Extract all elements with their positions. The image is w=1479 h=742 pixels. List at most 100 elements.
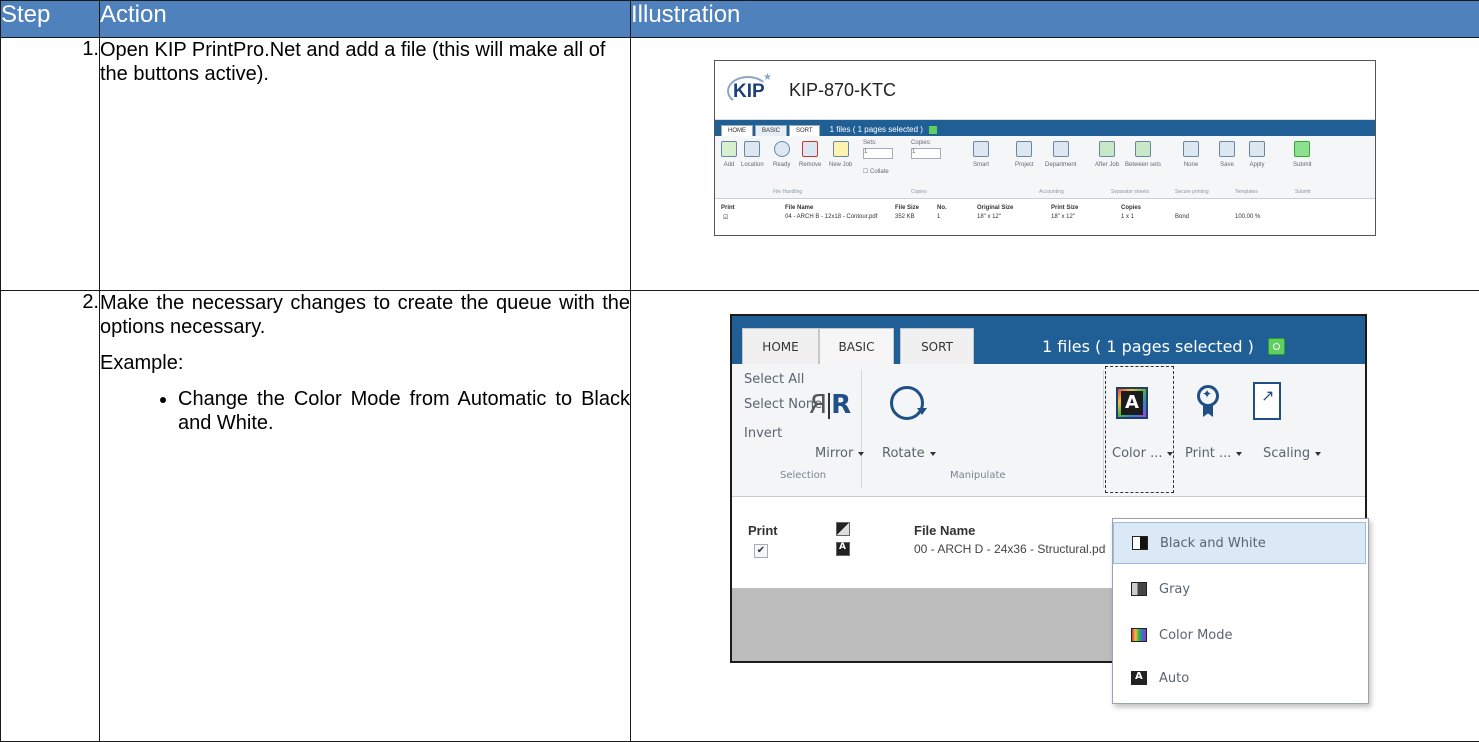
secure-none-button[interactable]: None <box>1183 141 1199 168</box>
group-label: File Handling <box>773 189 802 195</box>
table-row: 1. Open KIP PrintPro.Net and add a file … <box>1 38 1479 291</box>
submit-icon <box>1294 141 1310 157</box>
selection-group-label: Selection <box>780 470 826 481</box>
step-header: Step <box>1 1 100 38</box>
illustration-cell: HOME BASIC SORT 1 files ( 1 pages select… <box>631 291 1479 742</box>
action-text: Open KIP PrintPro.Net and add a file (th… <box>100 38 630 86</box>
group-label: Templates <box>1235 189 1258 195</box>
mirror-button[interactable]: Mirror <box>815 446 864 461</box>
ribbon: Select All Select None Invert Selection … <box>732 364 1365 497</box>
illustration-header: Illustration <box>631 1 1479 38</box>
files-status: 1 files ( 1 pages selected ) <box>1042 328 1285 364</box>
new-job-button[interactable]: New Job <box>829 141 852 168</box>
add-button[interactable]: Add <box>721 141 737 168</box>
tab-basic[interactable]: BASIC <box>755 125 787 136</box>
black-white-icon <box>1132 536 1148 550</box>
action-header: Action <box>100 1 631 38</box>
smart-button[interactable]: Smart <box>973 141 989 168</box>
title-bar: ★ KIP KIP-870-KTC <box>715 61 1375 120</box>
tab-sort[interactable]: SORT <box>789 125 820 136</box>
location-button[interactable]: Location <box>741 141 764 168</box>
print-checkbox[interactable]: ✔ <box>754 544 768 558</box>
apply-button[interactable]: Apply <box>1249 141 1265 168</box>
smart-icon <box>973 141 989 157</box>
go-icon <box>929 126 937 134</box>
tab-basic[interactable]: BASIC <box>819 328 894 364</box>
illustration-cell: ★ KIP KIP-870-KTC HOME BASIC SORT 1 file… <box>631 38 1479 291</box>
sets-spinner[interactable]: Sets:1 <box>863 140 893 159</box>
project-icon <box>1016 141 1032 157</box>
lock-icon <box>1183 141 1199 157</box>
auto-icon <box>1131 671 1147 685</box>
project-button[interactable]: Project <box>1015 141 1034 168</box>
step-number: 2. <box>1 291 100 742</box>
print-column-header: Print <box>748 523 778 538</box>
kip-logo: ★ KIP <box>727 76 771 104</box>
tab-home[interactable]: HOME <box>742 328 819 364</box>
ribbon: Add Location Ready Remove New Job Sets:1… <box>715 136 1375 199</box>
rotate-button[interactable]: Rotate <box>882 446 936 461</box>
step-number: 1. <box>1 38 100 291</box>
mirror-icon: RR <box>808 390 852 420</box>
save-icon <box>1219 141 1235 157</box>
group-label: Accounting <box>1039 189 1064 195</box>
row-checkbox[interactable]: ☑ <box>723 214 728 221</box>
tab-bar: HOME BASIC SORT 1 files ( 1 pages select… <box>732 316 1365 364</box>
copies-spinner[interactable]: Copies:1 <box>911 140 941 159</box>
example-label: Example: <box>100 351 630 375</box>
save-button[interactable]: Save <box>1219 141 1235 168</box>
color-mode-icon <box>1116 387 1148 419</box>
kip-basic-tab-screenshot: HOME BASIC SORT 1 files ( 1 pages select… <box>730 314 1367 663</box>
color-dropdown-menu: Black and White Gray Color Mode Auto <box>1112 518 1369 704</box>
action-text: Make the necessary changes to create the… <box>100 291 630 339</box>
group-label: Copies <box>911 189 927 195</box>
select-all-button[interactable]: Select All <box>744 372 804 387</box>
department-button[interactable]: Department <box>1045 141 1076 168</box>
collate-checkbox[interactable]: ☐ Collate <box>863 168 889 175</box>
menu-item-auto[interactable]: Auto <box>1113 657 1366 699</box>
menu-item-black-and-white[interactable]: Black and White <box>1113 522 1366 564</box>
submit-button[interactable]: Submit <box>1293 141 1312 168</box>
color-button-focus <box>1105 366 1174 493</box>
color-column-icon <box>836 522 850 536</box>
scaling-button[interactable]: Scaling <box>1263 446 1321 461</box>
add-icon <box>721 141 737 157</box>
table-row: 2. Make the necessary changes to create … <box>1 291 1479 742</box>
file-list: Print File Name File Size No. Original S… <box>715 199 1375 235</box>
file-name-cell: 00 - ARCH D - 24x36 - Structural.pdf <box>914 542 1106 556</box>
color-button[interactable]: Color ... <box>1112 446 1173 461</box>
kip-main-screenshot: ★ KIP KIP-870-KTC HOME BASIC SORT 1 file… <box>714 60 1376 236</box>
print-button[interactable]: Print ... <box>1185 446 1242 461</box>
print-quality-icon <box>1195 385 1221 419</box>
scaling-icon <box>1253 382 1281 420</box>
ready-icon <box>774 141 790 157</box>
location-icon <box>744 141 760 157</box>
bullet-list: Change the Color Mode from Automatic to … <box>100 387 630 435</box>
list-item: Change the Color Mode from Automatic to … <box>178 387 630 435</box>
group-label: Submit <box>1295 189 1311 195</box>
printer-name: KIP-870-KTC <box>789 80 896 101</box>
rotate-icon <box>890 386 924 420</box>
action-cell: Open KIP PrintPro.Net and add a file (th… <box>100 38 631 291</box>
auto-color-icon <box>836 542 850 556</box>
tab-sort[interactable]: SORT <box>900 328 974 364</box>
ready-button[interactable]: Ready <box>773 141 790 168</box>
menu-item-gray[interactable]: Gray <box>1113 568 1366 610</box>
after-job-icon <box>1099 141 1115 157</box>
remove-icon <box>802 141 818 157</box>
gray-icon <box>1131 582 1147 596</box>
new-job-icon <box>833 141 849 157</box>
instruction-table: Step Action Illustration 1. Open KIP Pri… <box>0 0 1479 742</box>
go-icon <box>1268 338 1285 355</box>
apply-icon <box>1249 141 1265 157</box>
remove-button[interactable]: Remove <box>799 141 821 168</box>
invert-button[interactable]: Invert <box>744 426 782 441</box>
between-sets-button[interactable]: Between sets <box>1125 141 1161 168</box>
tab-bar: HOME BASIC SORT 1 files ( 1 pages select… <box>715 120 1375 136</box>
department-icon <box>1053 141 1069 157</box>
group-label: Separator sheets <box>1111 189 1149 195</box>
after-job-button[interactable]: After Job <box>1095 141 1119 168</box>
tab-home[interactable]: HOME <box>721 125 753 136</box>
manipulate-group-label: Manipulate <box>950 470 1006 481</box>
menu-item-color-mode[interactable]: Color Mode <box>1113 614 1366 656</box>
